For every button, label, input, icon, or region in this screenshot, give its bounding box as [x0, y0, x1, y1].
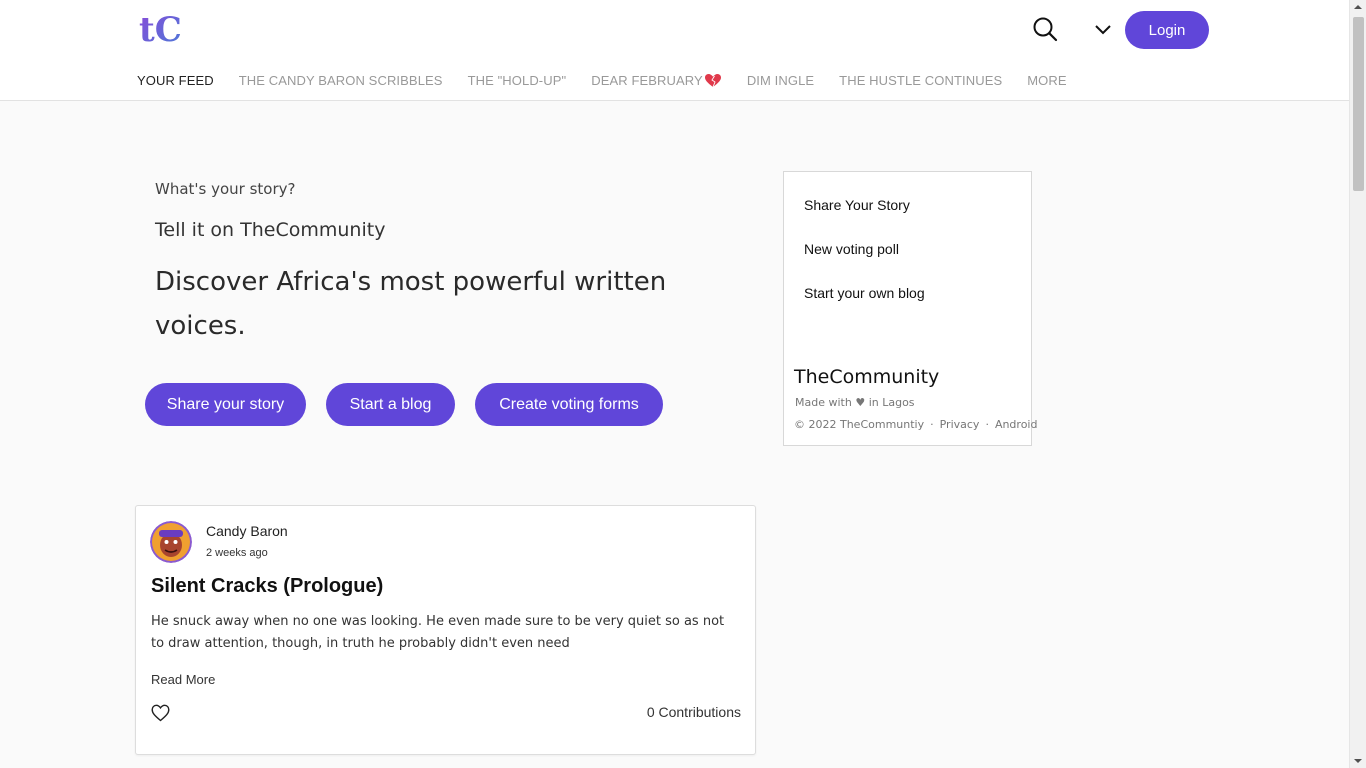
nav-item-dear-february[interactable]: DEAR FEBRUARY	[591, 73, 722, 88]
made-with-text: Made with ♥ in Lagos	[795, 396, 915, 409]
heart-outline-icon[interactable]	[151, 704, 170, 722]
category-nav: YOUR FEED THE CANDY BARON SCRIBBLES THE …	[137, 71, 1092, 89]
post-title[interactable]: Silent Cracks (Prologue)	[151, 575, 383, 598]
contributions-count: 0 Contributions	[646, 704, 741, 720]
heart-icon	[704, 73, 721, 87]
sidebar-link-share-story[interactable]: Share Your Story	[804, 197, 910, 213]
sidebar-panel: Share Your Story New voting poll Start y…	[783, 171, 1037, 446]
post-time: 2 weeks ago	[206, 547, 268, 559]
avatar[interactable]	[150, 521, 192, 563]
search-icon[interactable]	[1032, 16, 1058, 42]
share-your-story-button[interactable]: Share your story	[145, 383, 306, 426]
logo[interactable]: tC	[139, 10, 185, 48]
chevron-down-icon[interactable]	[1093, 20, 1113, 38]
nav-item-your-feed[interactable]: YOUR FEED	[137, 73, 214, 88]
privacy-link[interactable]: Privacy	[940, 418, 980, 431]
hero-question: What's your story?	[155, 180, 296, 198]
separator: ·	[985, 418, 989, 431]
android-link[interactable]: Android	[995, 418, 1038, 431]
hero-subtitle: Tell it on TheCommunity	[155, 219, 386, 241]
scrollbar-thumb[interactable]	[1353, 17, 1364, 191]
nav-item-more[interactable]: MORE	[1027, 73, 1066, 88]
sidebar-brand-name: TheCommunity	[794, 366, 940, 388]
sidebar-footer: © 2022 TheCommuntiy · Privacy · Android	[794, 418, 1037, 431]
logo-text: tC	[139, 10, 182, 48]
nav-item-hold-up[interactable]: THE "HOLD-UP"	[468, 73, 567, 88]
post-author[interactable]: Candy Baron	[206, 523, 288, 539]
scroll-up-arrow[interactable]	[1354, 5, 1362, 9]
read-more-link[interactable]: Read More	[151, 672, 215, 687]
create-voting-forms-button[interactable]: Create voting forms	[475, 383, 663, 426]
sidebar-link-start-blog[interactable]: Start your own blog	[804, 285, 925, 301]
post-card: Candy Baron 2 weeks ago Silent Cracks (P…	[135, 505, 756, 755]
start-a-blog-button[interactable]: Start a blog	[326, 383, 455, 426]
scrollbar[interactable]	[1349, 0, 1366, 768]
copyright-text: © 2022 TheCommuntiy	[794, 418, 925, 431]
made-with-suffix: in Lagos	[868, 396, 915, 409]
nav-item-hustle-continues[interactable]: THE HUSTLE CONTINUES	[839, 73, 1002, 88]
site-header: tC Login YOUR FEED THE CANDY BARON SCRIB…	[0, 0, 1349, 101]
hero-title: Discover Africa's most powerful written …	[155, 267, 667, 341]
nav-item-candy-baron-scribbles[interactable]: THE CANDY BARON SCRIBBLES	[239, 73, 443, 88]
scroll-down-arrow[interactable]	[1354, 759, 1362, 763]
separator: ·	[930, 418, 934, 431]
sidebar-link-voting-poll[interactable]: New voting poll	[804, 241, 899, 257]
made-with-prefix: Made with	[795, 396, 852, 409]
post-excerpt: He snuck away when no one was looking. H…	[151, 614, 725, 651]
heart-icon: ♥	[855, 396, 866, 409]
nav-item-label: DEAR FEBRUARY	[591, 72, 703, 88]
nav-item-dim-ingle[interactable]: DIM INGLE	[747, 73, 814, 88]
login-button[interactable]: Login	[1125, 11, 1209, 49]
